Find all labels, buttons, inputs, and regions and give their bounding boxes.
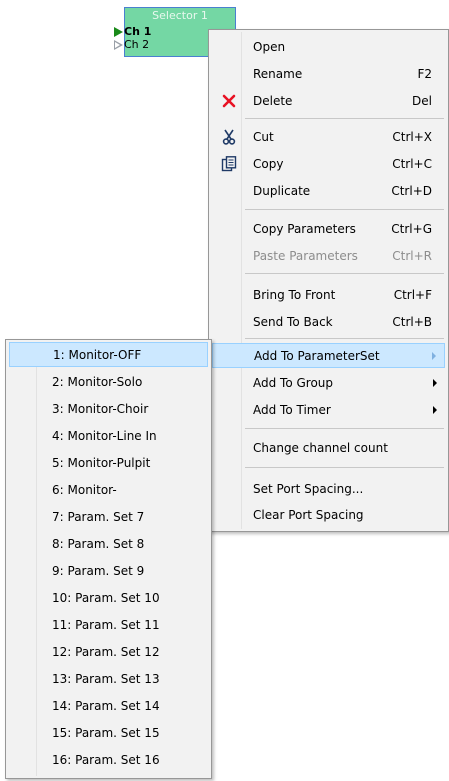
parameterset-submenu: 1: Monitor-OFF 2: Monitor-Solo 3: Monito… [5, 339, 212, 779]
menu-item-label: 4: Monitor-Line In [52, 428, 157, 443]
menu-item-label: Add To Timer [253, 402, 331, 417]
submenu-item-param-set-13[interactable]: 13: Param. Set 13 [9, 666, 208, 691]
menu-item-label: Copy Parameters [253, 221, 356, 236]
menu-item-label: Set Port Spacing... [253, 481, 364, 496]
menu-item-paste-parameters[interactable]: Paste Parameters Ctrl+R [212, 243, 445, 268]
menu-item-label: 9: Param. Set 9 [52, 563, 145, 578]
submenu-arrow-icon [433, 378, 437, 387]
submenu-item-param-set-16[interactable]: 16: Param. Set 16 [9, 747, 208, 772]
context-menu: Open Rename F2 Delete Del Cut Ctrl+X Cop… [208, 29, 449, 532]
menu-item-label: Rename [253, 66, 303, 81]
submenu-item-param-set-6[interactable]: 6: Monitor- [9, 477, 208, 502]
menu-separator [245, 428, 444, 429]
menu-item-add-to-group[interactable]: Add To Group [212, 370, 445, 395]
submenu-item-param-set-5[interactable]: 5: Monitor-Pulpit [9, 450, 208, 475]
menu-item-shortcut: Ctrl+D [391, 183, 432, 198]
menu-item-label: 11: Param. Set 11 [52, 617, 160, 632]
menu-item-change-channel-count[interactable]: Change channel count [212, 435, 445, 460]
delete-x-icon [222, 94, 236, 107]
menu-item-label: Bring To Front [253, 287, 336, 302]
block-title: Selector 1 [152, 9, 208, 22]
menu-item-copy-parameters[interactable]: Copy Parameters Ctrl+G [212, 216, 445, 241]
menu-item-copy[interactable]: Copy Ctrl+C [212, 151, 445, 176]
menu-item-clear-port-spacing[interactable]: Clear Port Spacing [212, 502, 445, 527]
menu-item-label: Delete [253, 93, 293, 108]
menu-item-label: Clear Port Spacing [253, 507, 364, 522]
menu-item-open[interactable]: Open [212, 34, 445, 59]
menu-separator [245, 209, 444, 210]
menu-separator [245, 273, 444, 274]
menu-item-label: Open [253, 39, 286, 54]
submenu-arrow-icon [432, 351, 436, 360]
menu-item-label: 1: Monitor-OFF [53, 347, 142, 362]
menu-item-label: 13: Param. Set 13 [52, 671, 160, 686]
submenu-item-param-set-9[interactable]: 9: Param. Set 9 [9, 558, 208, 583]
submenu-item-param-set-2[interactable]: 2: Monitor-Solo [9, 369, 208, 394]
menu-item-label: Duplicate [253, 183, 311, 198]
menu-item-shortcut: Del [412, 93, 432, 108]
menu-item-label: 16: Param. Set 16 [52, 752, 160, 767]
submenu-item-param-set-12[interactable]: 12: Param. Set 12 [9, 639, 208, 664]
menu-item-shortcut: Ctrl+X [392, 129, 432, 144]
submenu-item-param-set-3[interactable]: 3: Monitor-Choir [9, 396, 208, 421]
port-label: Ch 1 [124, 25, 152, 38]
menu-item-label: Send To Back [253, 314, 333, 329]
menu-item-delete[interactable]: Delete Del [212, 88, 445, 113]
port-connected-arrow-icon [114, 27, 123, 37]
menu-item-label: 8: Param. Set 8 [52, 536, 145, 551]
menu-item-label: Cut [253, 129, 274, 144]
menu-item-label: Copy [253, 156, 284, 171]
menu-item-label: 10: Param. Set 10 [52, 590, 160, 605]
menu-item-shortcut: Ctrl+C [392, 156, 432, 171]
port-empty-arrow-icon [114, 40, 123, 50]
menu-item-duplicate[interactable]: Duplicate Ctrl+D [212, 178, 445, 203]
submenu-item-param-set-11[interactable]: 11: Param. Set 11 [9, 612, 208, 637]
menu-item-bring-to-front[interactable]: Bring To Front Ctrl+F [212, 282, 445, 307]
menu-item-label: 3: Monitor-Choir [52, 401, 149, 416]
submenu-item-param-set-4[interactable]: 4: Monitor-Line In [9, 423, 208, 448]
menu-item-label: Paste Parameters [253, 248, 358, 263]
port-label: Ch 2 [124, 38, 150, 51]
menu-item-label: 7: Param. Set 7 [52, 509, 145, 524]
port-ch1[interactable]: Ch 1 [114, 26, 151, 38]
copy-icon [221, 155, 237, 171]
menu-item-shortcut: Ctrl+F [393, 287, 432, 302]
submenu-item-param-set-14[interactable]: 14: Param. Set 14 [9, 693, 208, 718]
menu-item-label: 12: Param. Set 12 [52, 644, 160, 659]
submenu-arrow-icon [433, 405, 437, 414]
menu-item-label: Add To Group [253, 375, 334, 390]
submenu-item-param-set-1[interactable]: 1: Monitor-OFF [9, 342, 208, 367]
menu-item-shortcut: Ctrl+B [392, 314, 432, 329]
menu-separator [245, 467, 444, 468]
menu-item-label: 6: Monitor- [52, 482, 117, 497]
menu-item-label: 15: Param. Set 15 [52, 725, 160, 740]
menu-item-label: 5: Monitor-Pulpit [52, 455, 151, 470]
menu-item-shortcut: Ctrl+G [391, 221, 432, 236]
menu-item-label: Add To ParameterSet [254, 348, 380, 363]
menu-item-send-to-back[interactable]: Send To Back Ctrl+B [212, 309, 445, 334]
menu-item-shortcut: F2 [417, 66, 432, 81]
menu-item-rename[interactable]: Rename F2 [212, 61, 445, 86]
menu-item-cut[interactable]: Cut Ctrl+X [212, 124, 445, 149]
port-ch2[interactable]: Ch 2 [114, 39, 149, 51]
menu-item-set-port-spacing[interactable]: Set Port Spacing... [212, 476, 445, 501]
scissors-icon [222, 129, 236, 145]
menu-separator [245, 118, 444, 119]
submenu-item-param-set-8[interactable]: 8: Param. Set 8 [9, 531, 208, 556]
menu-separator [245, 338, 444, 339]
menu-item-add-to-parameterset[interactable]: Add To ParameterSet [212, 343, 445, 368]
menu-item-add-to-timer[interactable]: Add To Timer [212, 397, 445, 422]
menu-item-label: 14: Param. Set 14 [52, 698, 160, 713]
menu-item-label: Change channel count [253, 440, 388, 455]
menu-item-shortcut: Ctrl+R [392, 248, 432, 263]
submenu-item-param-set-7[interactable]: 7: Param. Set 7 [9, 504, 208, 529]
menu-item-label: 2: Monitor-Solo [52, 374, 143, 389]
submenu-item-param-set-10[interactable]: 10: Param. Set 10 [9, 585, 208, 610]
submenu-item-param-set-15[interactable]: 15: Param. Set 15 [9, 720, 208, 745]
